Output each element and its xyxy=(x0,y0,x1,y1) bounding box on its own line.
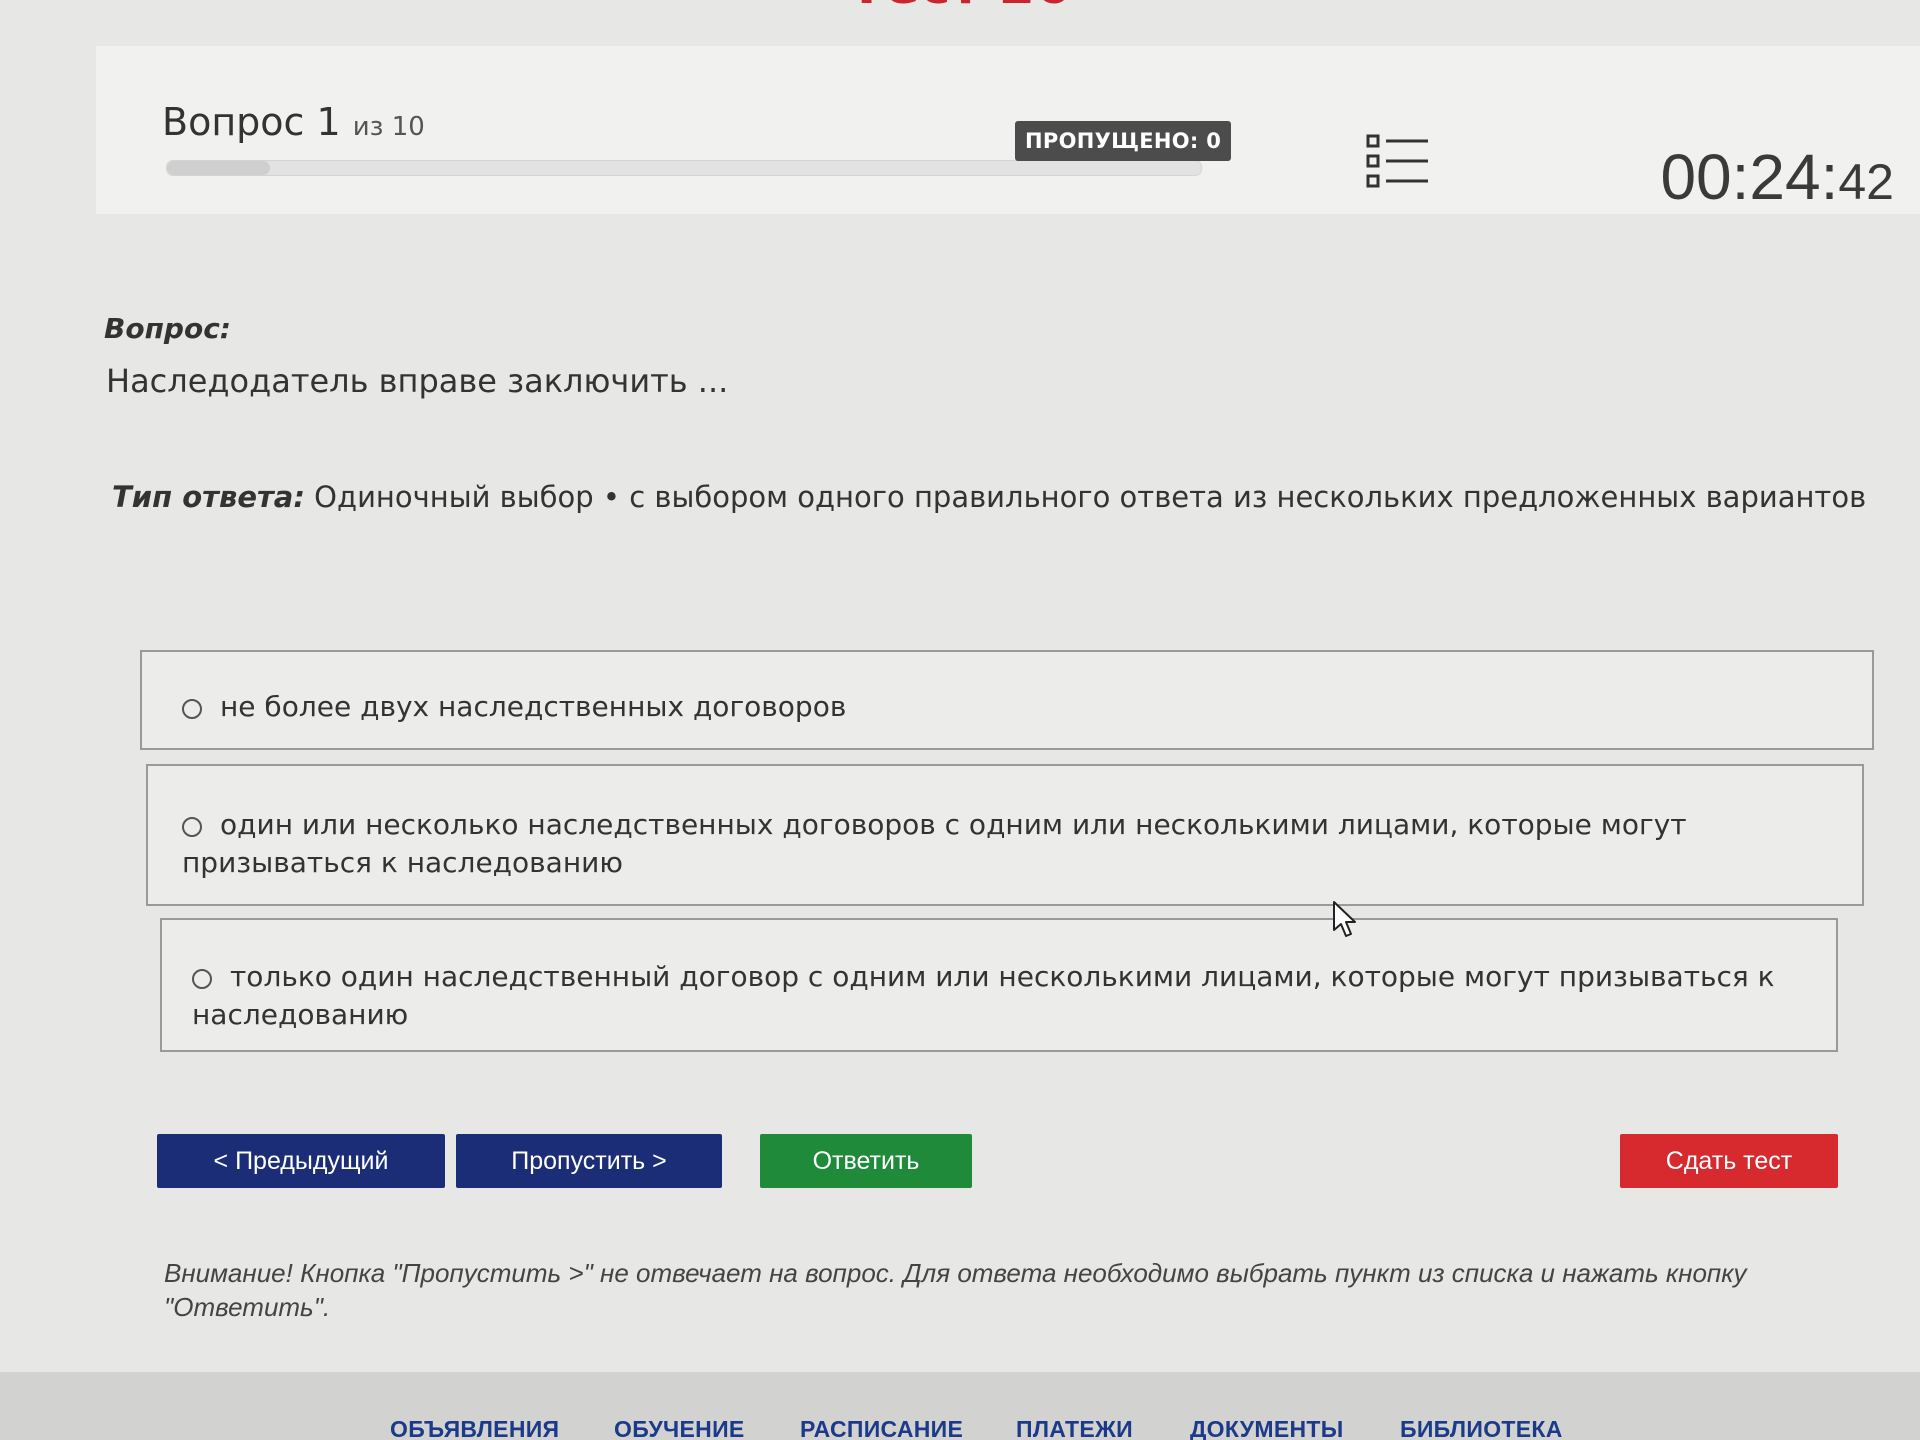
test-title: Тест 26 xyxy=(0,0,1920,16)
progress-fill xyxy=(167,161,271,175)
question-label: Вопрос: xyxy=(104,312,231,345)
progress-bar xyxy=(166,160,1202,176)
radio-icon[interactable] xyxy=(182,817,202,837)
submit-test-button[interactable]: Сдать тест xyxy=(1620,1134,1838,1188)
mouse-cursor-icon xyxy=(1333,901,1356,937)
timer: 00:24:42 xyxy=(1660,140,1894,214)
nav-item-payments[interactable]: ПЛАТЕЖИ xyxy=(1016,1416,1133,1440)
bottom-nav: ОБЪЯВЛЕНИЯ ОБУЧЕНИЕ РАСПИСАНИЕ ПЛАТЕЖИ Д… xyxy=(0,1372,1920,1440)
nav-item-learning[interactable]: ОБУЧЕНИЕ xyxy=(614,1416,745,1440)
question-text: Наследодатель вправе заключить ... xyxy=(106,362,729,400)
answer-option-text: не более двух наследственных договоров xyxy=(220,690,847,723)
timer-seconds: 42 xyxy=(1838,154,1894,210)
answer-option-1[interactable]: не более двух наследственных договоров xyxy=(140,650,1874,750)
nav-item-schedule[interactable]: РАСПИСАНИЕ xyxy=(800,1416,963,1440)
test-page: Тест 26 Вопрос 1 из 10 ПРОПУЩЕНО: 0 00:2… xyxy=(0,0,1920,1440)
answer-type-label: Тип ответа: xyxy=(112,480,305,514)
nav-item-documents[interactable]: ДОКУМЕНТЫ xyxy=(1190,1416,1344,1440)
answer-type: Тип ответа: Одиночный выбор • с выбором … xyxy=(112,480,1866,514)
warning-note: Внимание! Кнопка "Пропустить >" не отвеч… xyxy=(164,1258,1747,1322)
nav-item-announcements[interactable]: ОБЪЯВЛЕНИЯ xyxy=(390,1416,559,1440)
radio-icon[interactable] xyxy=(182,699,202,719)
timer-main: 00:24: xyxy=(1660,141,1839,213)
skip-button[interactable]: Пропустить > xyxy=(456,1134,722,1188)
answer-type-value: Одиночный выбор • с выбором одного прави… xyxy=(304,480,1867,514)
answer-button[interactable]: Ответить xyxy=(760,1134,972,1188)
skipped-badge: ПРОПУЩЕНО: 0 xyxy=(1015,121,1232,161)
previous-button[interactable]: < Предыдущий xyxy=(157,1134,445,1188)
answer-option-text: только один наследственный договор с одн… xyxy=(192,960,1775,1031)
answer-option-text: один или несколько наследственных догово… xyxy=(182,808,1687,879)
question-list-button[interactable] xyxy=(1366,132,1430,190)
list-icon xyxy=(1366,134,1428,188)
answer-option-2[interactable]: один или несколько наследственных догово… xyxy=(146,764,1864,906)
question-total: из 10 xyxy=(352,112,425,142)
question-counter: Вопрос 1 из 10 xyxy=(162,100,425,144)
question-number: Вопрос 1 xyxy=(162,100,341,144)
nav-item-library[interactable]: БИБЛИОТЕКА xyxy=(1400,1416,1563,1440)
answer-option-3[interactable]: только один наследственный договор с одн… xyxy=(160,918,1838,1052)
radio-icon[interactable] xyxy=(192,969,212,989)
